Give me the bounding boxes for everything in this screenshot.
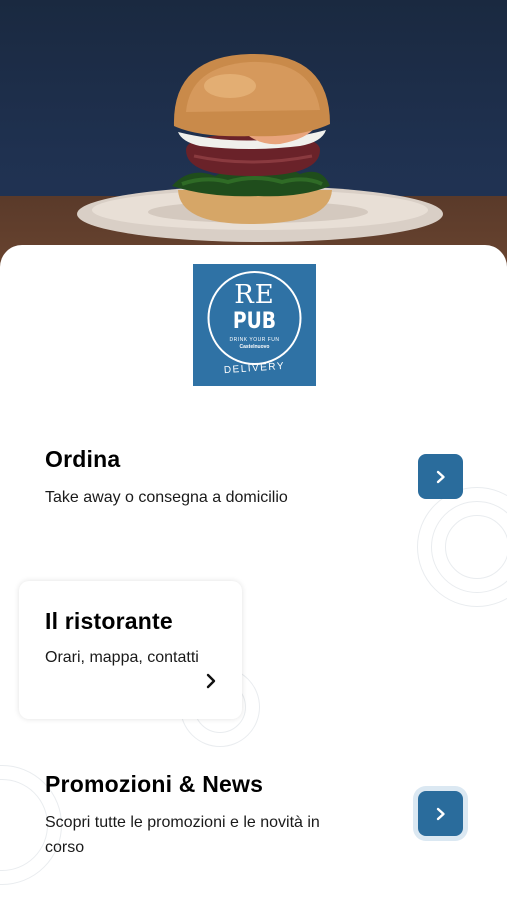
chevron-right-icon — [436, 807, 445, 820]
decoration-circle — [445, 515, 507, 579]
ordina-arrow-button[interactable] — [418, 454, 463, 499]
section-ristorante-title: Il ristorante — [45, 608, 173, 634]
section-promozioni-subtitle: Scopri tutte le promozioni e le novità i… — [45, 810, 320, 860]
section-promozioni[interactable]: Promozioni & News Scopri tutte le promoz… — [45, 771, 320, 860]
chevron-right-icon — [436, 470, 445, 483]
section-ordina-subtitle: Take away o consegna a domicilio — [45, 489, 288, 506]
ristorante-card[interactable]: Il ristorante Orari, mappa, contatti — [19, 581, 242, 719]
logo-city: Castelnuovo — [239, 344, 270, 350]
hero-image — [0, 0, 507, 280]
section-promozioni-title: Promozioni & News — [45, 771, 264, 797]
section-ristorante-subtitle: Orari, mappa, contatti — [45, 649, 199, 666]
chevron-right-icon — [206, 673, 216, 689]
promozioni-arrow-button[interactable] — [418, 791, 463, 836]
repub-logo: RE PUB DRINK YOUR FUN Castelnuovo DELIVE… — [193, 264, 316, 386]
logo-text-pub: PUB — [232, 309, 277, 334]
logo-text-re: RE — [234, 280, 275, 310]
section-ordina-title: Ordina — [45, 446, 121, 472]
logo-tagline: DRINK YOUR FUN — [229, 337, 280, 343]
burger-illustration — [77, 53, 443, 242]
section-promozioni-subtitle-line1: Scopri tutte le promozioni e le novità i… — [45, 814, 320, 831]
main-card: RE PUB DRINK YOUR FUN Castelnuovo DELIVE… — [0, 245, 507, 900]
section-ordina[interactable]: Ordina Take away o consegna a domicilio — [45, 446, 288, 510]
section-promozioni-subtitle-line2: corso — [45, 839, 85, 856]
